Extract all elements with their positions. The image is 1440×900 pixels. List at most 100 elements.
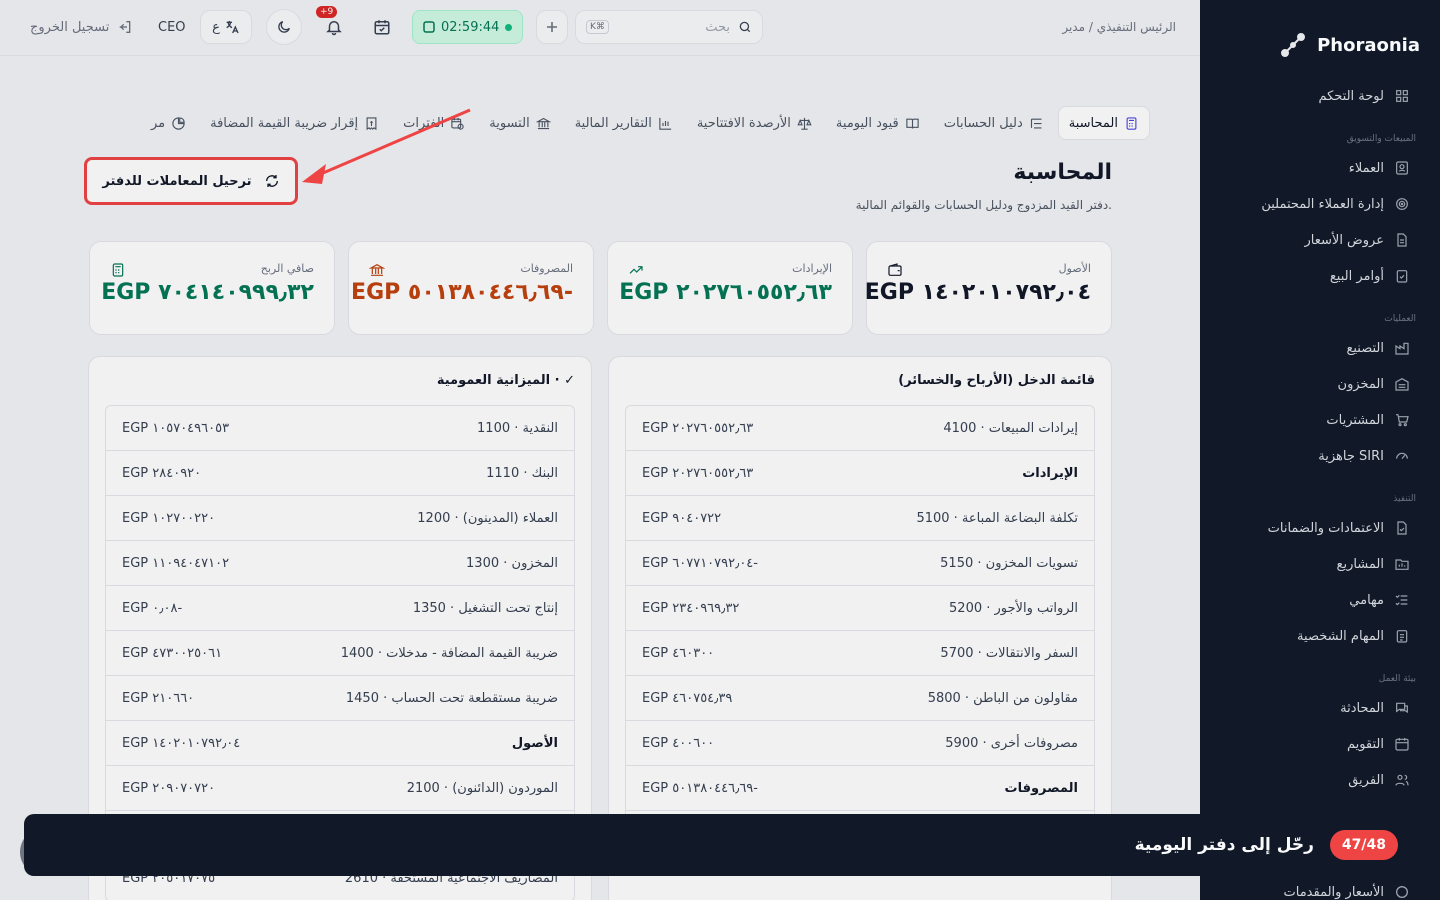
sidebar-item[interactable]: المهام الشخصية — [1200, 618, 1440, 654]
sidebar-item[interactable]: العملاء — [1200, 150, 1440, 186]
sidebar-item-label: المهام الشخصية — [1297, 628, 1384, 644]
table-row[interactable]: EGP ٢٠٢٧٦٠٥٥٢٫٦٣ الإيرادات — [626, 451, 1094, 496]
table-row[interactable]: EGP ٤٦٠٧٥٤٫٣٩ 5800 · مقاولون من الباطن — [626, 676, 1094, 721]
bank-icon — [368, 263, 386, 276]
row-amount: EGP ٢١٠٦٦٠ — [122, 690, 195, 706]
table-row[interactable]: EGP ٥٠١٣٨٠٤٤٦٫٦٩- المصروفات — [626, 766, 1094, 811]
page-subtitle: دفتر القيد المزدوج ودليل الحسابات والقوا… — [855, 198, 1112, 212]
table-row[interactable]: EGP ٩٠٤٠٧٢٢ 5100 · تكلفة البضاعة المباعة — [626, 496, 1094, 541]
tab[interactable]: الأرصدة الافتتاحية — [687, 106, 822, 140]
sidebar-item-label: التقويم — [1346, 736, 1384, 752]
row-amount: EGP ٠٫٠٨- — [122, 600, 183, 616]
sidebar-item-label: لوحة التحكم — [1318, 88, 1384, 104]
sidebar-item[interactable]: أوامر البيع — [1200, 258, 1440, 294]
target-icon — [1396, 198, 1408, 210]
sidebar-item[interactable]: التصنيع — [1200, 330, 1440, 366]
tour-step-counter: 47/48 — [1329, 830, 1398, 860]
sidebar-section-header: التنفيذ — [1200, 474, 1440, 510]
brand-logo-icon — [1281, 33, 1306, 57]
sidebar-item-label: إدارة العملاء المحتملين — [1261, 196, 1384, 212]
sidebar-item-label: مهامي — [1349, 592, 1384, 608]
bar-chart-icon — [659, 117, 671, 130]
section-label: بيئة العمل — [1378, 674, 1416, 684]
work-timer[interactable]: 02:59:44 — [412, 10, 524, 44]
tab[interactable]: قيود اليومية — [826, 106, 930, 140]
row-account: 1110 · البنك — [486, 465, 558, 481]
live-dot-icon — [505, 23, 513, 31]
sidebar-section-header: العمليات — [1200, 294, 1440, 330]
sidebar-item[interactable]: الاعتمادات والضمانات — [1200, 510, 1440, 546]
search-input[interactable]: K⌘ بحث — [575, 10, 763, 44]
table-row[interactable]: EGP ٤٦٠٣٠٠ 5700 · السفر والانتقالات — [626, 631, 1094, 676]
notification-badge: +9 — [316, 6, 338, 18]
logout-label: تسجيل الخروج — [30, 19, 110, 35]
sidebar-item[interactable]: إدارة العملاء المحتملين — [1200, 186, 1440, 222]
table-row[interactable]: EGP ٤٠٠٦٠٠ 5900 · مصروفات أخرى — [626, 721, 1094, 766]
sidebar-item-label: جاهزية SIRI — [1318, 448, 1384, 464]
sidebar-item[interactable]: الفريق — [1200, 762, 1440, 798]
sidebar-item-pricing[interactable]: الأسعار والمقدمات — [1200, 874, 1440, 900]
table-row[interactable]: EGP ٢٨٤٠٩٢٠ 1110 · البنك — [106, 451, 574, 496]
table-row[interactable]: EGP ٢٣٤٠٩٦٩٫٣٢ 5200 · الرواتب والأجور — [626, 586, 1094, 631]
sidebar-item[interactable]: جاهزية SIRI — [1200, 438, 1440, 474]
factory-icon — [1395, 342, 1409, 355]
book-open-icon — [906, 118, 919, 129]
breadcrumb[interactable]: الرئيس التنفيذي / مدير — [1062, 10, 1176, 44]
sidebar-item-label: أوامر البيع — [1329, 268, 1384, 284]
table-row[interactable]: EGP ٦٠٧٧١٠٧٩٢٫٠٤- 5150 · تسويات المخزون — [626, 541, 1094, 586]
sidebar-item[interactable]: عروض الأسعار — [1200, 222, 1440, 258]
card-value: EGP ٢٠٢٧٦٠٥٥٢٫٦٣ — [619, 280, 832, 305]
sidebar-item[interactable]: التقويم — [1200, 726, 1440, 762]
income-statement-title: قائمة الدخل (الأرباح والخسائر) — [898, 373, 1095, 388]
scale-icon — [797, 117, 812, 130]
table-row[interactable]: EGP ٢٠٩٠٧٠٧٢٠ 2100 · الموردون (الدائنون) — [106, 766, 574, 811]
cart-icon — [1396, 414, 1409, 427]
row-amount: EGP ٢٠٢٧٦٠٥٥٢٫٦٣ — [642, 465, 754, 481]
table-row[interactable]: EGP ١٠٥٧٠٤٩٦٠٥٣ 1100 · النقدية — [106, 406, 574, 451]
section-label: العمليات — [1384, 314, 1416, 324]
row-amount: EGP ٤٠٠٦٠٠ — [642, 735, 715, 751]
lang-label: ع — [212, 19, 220, 35]
row-account: 5100 · تكلفة البضاعة المباعة — [916, 510, 1078, 526]
table-row[interactable]: EGP ١١٠٩٤٠٤٧١٠٢ 1300 · المخزون — [106, 541, 574, 586]
row-amount: EGP ٩٠٤٠٧٢٢ — [642, 510, 722, 526]
brand[interactable]: Phoraonia — [1200, 0, 1440, 70]
gauge-icon — [1396, 452, 1408, 460]
tab[interactable]: دليل الحسابات — [934, 106, 1054, 140]
sidebar-item[interactable]: المخزون — [1200, 366, 1440, 402]
theme-toggle[interactable] — [266, 9, 302, 45]
post-transactions-button[interactable]: ترحيل المعاملات للدفتر — [84, 157, 298, 205]
grid-icon — [1396, 90, 1408, 102]
notifications-button[interactable]: +9 — [316, 6, 352, 44]
price-tag-icon — [1396, 886, 1408, 898]
logout-button[interactable]: تسجيل الخروج — [30, 10, 133, 44]
add-button[interactable] — [536, 10, 568, 44]
logout-icon — [119, 21, 131, 33]
tab[interactable]: التسوية — [479, 106, 560, 140]
sidebar-item-label: المخزون — [1337, 376, 1384, 392]
table-row[interactable]: EGP ٢١٠٦٦٠ 1450 · ضريبة مستقطعة تحت الحسا… — [106, 676, 574, 721]
sidebar-item[interactable]: لوحة التحكم — [1200, 78, 1440, 114]
sidebar-section-header: بيئة العمل — [1200, 654, 1440, 690]
row-amount: EGP ١٤٠٢٠١٠٧٩٢٫٠٤ — [122, 735, 241, 751]
row-account: الأصول — [511, 735, 558, 751]
table-row[interactable]: EGP ٠٫٠٨- 1350 · إنتاج تحت التشغيل — [106, 586, 574, 631]
table-row[interactable]: EGP ١٤٠٢٠١٠٧٩٢٫٠٤ الأصول — [106, 721, 574, 766]
tab[interactable]: مر — [141, 106, 196, 140]
row-account: 1300 · المخزون — [466, 555, 558, 571]
bank-icon — [535, 117, 551, 129]
table-row[interactable]: EGP ١٠٢٧٠٠٢٢٠ 1200 · العملاء (المدينون) — [106, 496, 574, 541]
card-value: EGP ٥٠١٣٨٠٤٤٦٫٦٩- — [351, 280, 573, 305]
table-row[interactable]: EGP ٢٠٢٧٦٠٥٥٢٫٦٣ 4100 · إيرادات المبيعات — [626, 406, 1094, 451]
sidebar-item[interactable]: المحادثة — [1200, 690, 1440, 726]
row-amount: EGP ١٠٥٧٠٤٩٦٠٥٣ — [122, 420, 230, 436]
calendar-button[interactable] — [366, 10, 398, 44]
sidebar-item[interactable]: مهامي — [1200, 582, 1440, 618]
table-row[interactable]: EGP ٤٧٣٠٠٢٥٠٦١ 1400 · ضريبة القيمة المضاف… — [106, 631, 574, 676]
tab[interactable]: المحاسبة — [1057, 106, 1150, 140]
sidebar-item[interactable]: المشاريع — [1200, 546, 1440, 582]
sidebar-item[interactable]: المشتريات — [1200, 402, 1440, 438]
tab[interactable]: التقارير المالية — [565, 106, 683, 140]
language-toggle[interactable]: ع — [200, 10, 252, 44]
brand-name: Phoraonia — [1317, 34, 1420, 56]
